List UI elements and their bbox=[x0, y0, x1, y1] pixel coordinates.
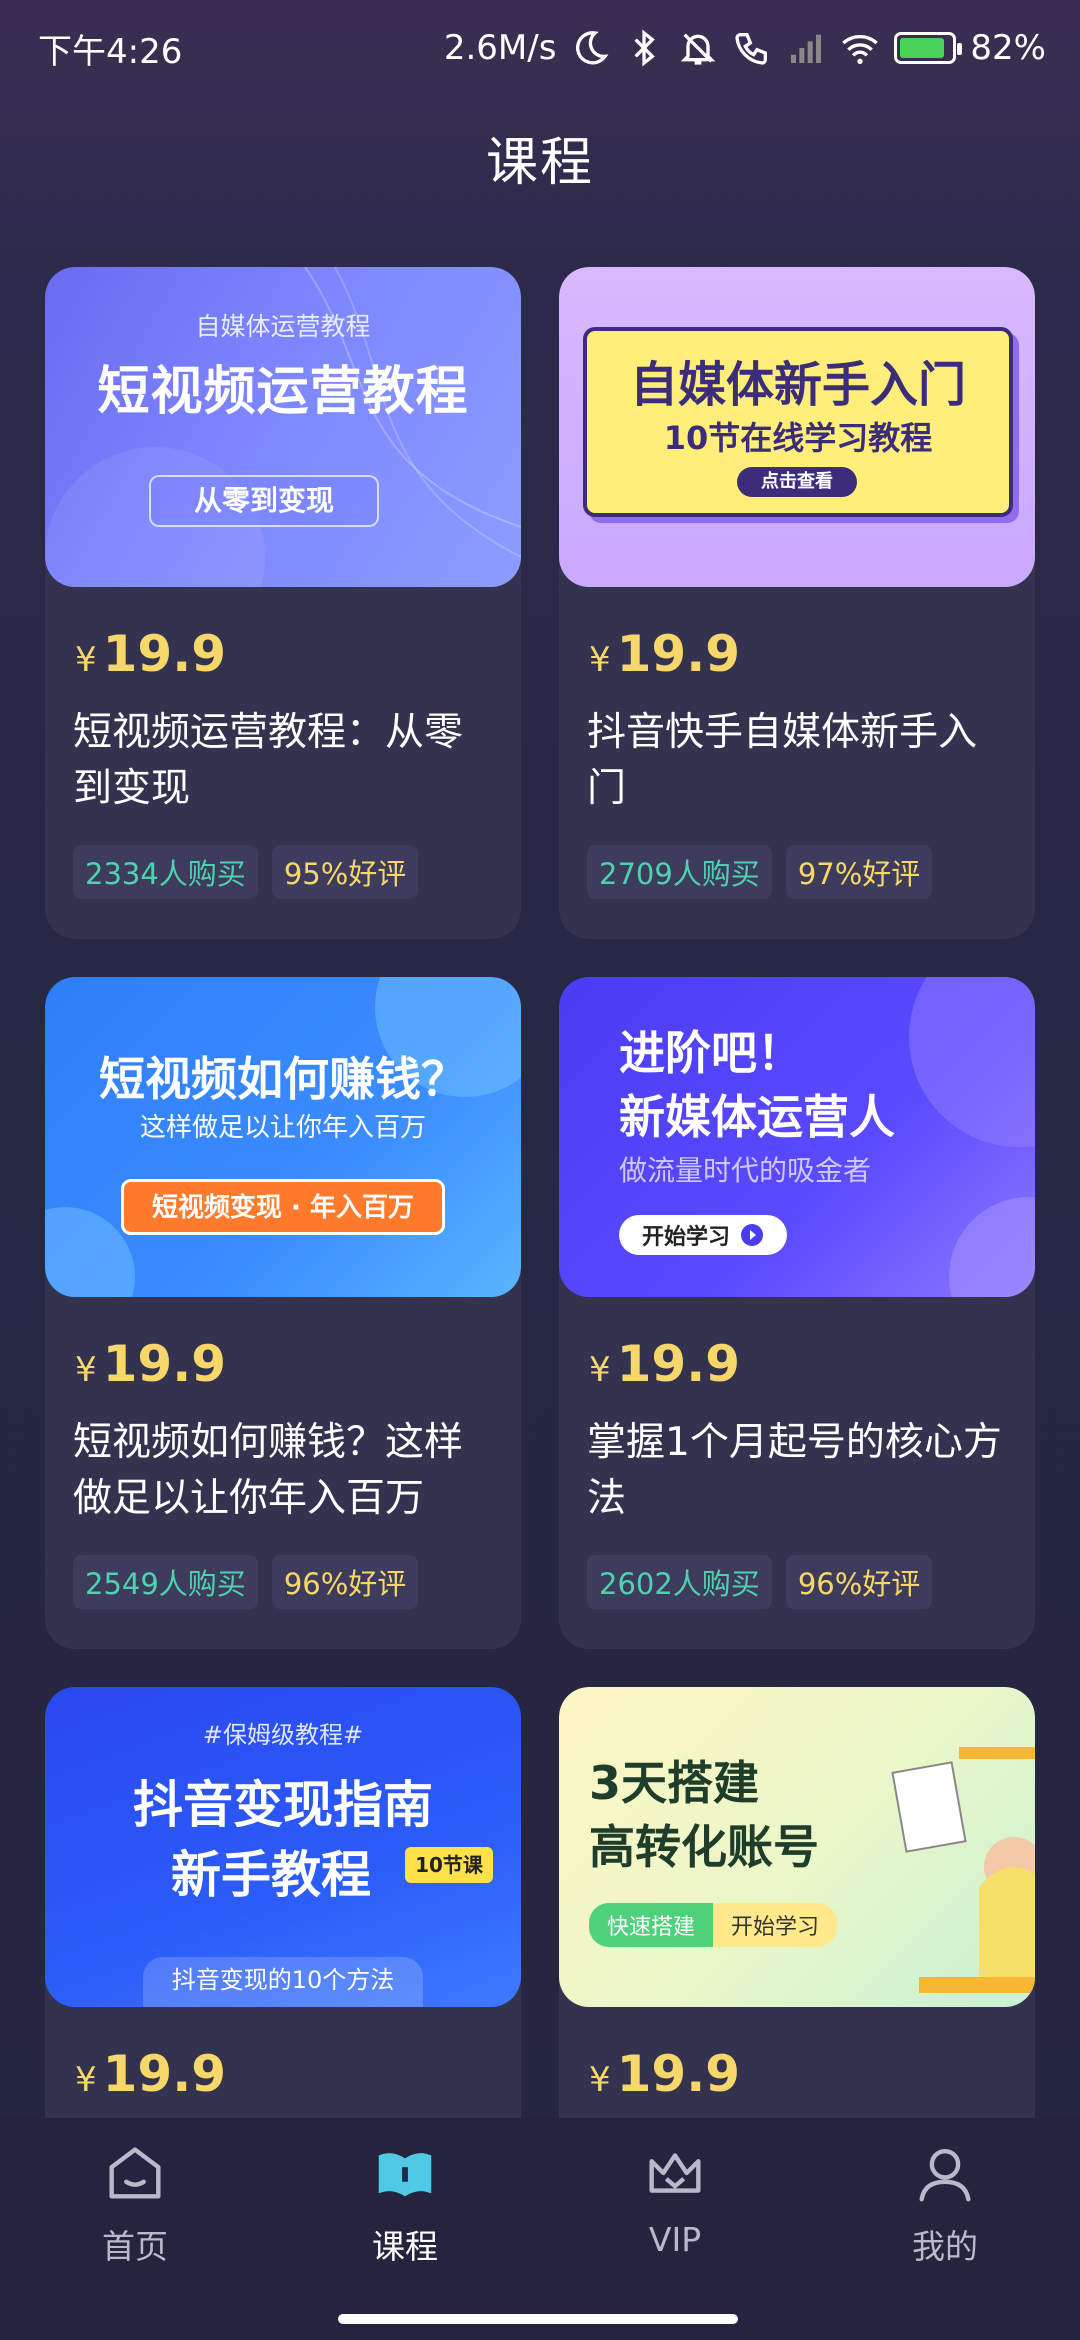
course-title: 短视频如何赚钱？这样做足以让你年入百万 bbox=[73, 1420, 464, 1521]
cover-tag2: 开始学习 bbox=[713, 1903, 838, 1947]
course-icon bbox=[378, 2153, 432, 2197]
cover-title-line1: 抖音变现指南 bbox=[133, 1776, 433, 1834]
rating-badge: 97%好评 bbox=[785, 845, 933, 899]
price: ¥ 19.9 bbox=[75, 2045, 226, 2103]
price-value: 19.9 bbox=[102, 625, 227, 683]
bluetooth-icon bbox=[634, 29, 656, 67]
currency-symbol: ¥ bbox=[75, 1350, 97, 1390]
cover-tag: 短视频变现 · 年入百万 bbox=[121, 1179, 445, 1235]
price-value: 19.9 bbox=[616, 2045, 741, 2103]
status-icons: 2.6M/s 82% bbox=[444, 28, 1046, 68]
cover-badge: 10节课 bbox=[405, 1847, 493, 1883]
currency-symbol: ¥ bbox=[589, 2060, 611, 2100]
course-cover[interactable]: 进阶吧！ 新媒体运营人 做流量时代的吸金者 开始学习 bbox=[559, 977, 1035, 1297]
nav-item-profile[interactable]: 我的 bbox=[845, 2138, 1045, 2340]
course-cover[interactable]: #保姆级教程# 抖音变现指南 新手教程 10节课 抖音变现的10个方法 bbox=[45, 1687, 521, 2007]
price-value: 19.9 bbox=[616, 625, 741, 683]
currency-symbol: ¥ bbox=[589, 640, 611, 680]
cover-bottom-text: 抖音变现的10个方法 bbox=[143, 1957, 423, 2007]
price: ¥ 19.9 bbox=[589, 1335, 740, 1393]
network-speed: 2.6M/s bbox=[443, 28, 557, 68]
play-icon bbox=[741, 1224, 763, 1246]
cover-subtitle: 这样做足以让你年入百万 bbox=[139, 1113, 426, 1143]
nav-item-home[interactable]: 首页 bbox=[35, 2138, 235, 2340]
cover-title: 短视频如何赚钱？ bbox=[99, 1052, 467, 1106]
cover-title-line2: 高转化账号 bbox=[589, 1820, 819, 1874]
cover-subtitle: 自媒体运营教程 bbox=[195, 312, 371, 341]
price: ¥ 19.9 bbox=[589, 2045, 740, 2103]
nav-label-profile: 我的 bbox=[912, 2227, 978, 2266]
course-grid: 自媒体运营教程 短视频运营教程 从零到变现 ¥ 19.9 短视频运营教程：从零到… bbox=[45, 267, 1035, 2340]
nav-item-course[interactable]: 课程 bbox=[305, 2138, 505, 2340]
price: ¥ 19.9 bbox=[589, 625, 740, 683]
price: ¥ 19.9 bbox=[75, 1335, 226, 1393]
cover-subtitle: 10节在线学习教程 bbox=[663, 419, 933, 457]
mute-bell-icon bbox=[681, 33, 716, 65]
cover-start-button: 开始学习 bbox=[619, 1215, 787, 1255]
cover-tag: 点击查看 bbox=[737, 467, 857, 497]
course-card[interactable]: 自媒体运营教程 短视频运营教程 从零到变现 ¥ 19.9 短视频运营教程：从零到… bbox=[45, 267, 521, 939]
course-stats: 2334人购买 95%好评 bbox=[73, 845, 419, 899]
course-card[interactable]: 进阶吧！ 新媒体运营人 做流量时代的吸金者 开始学习 ¥ 19.9 掌握1个月起… bbox=[559, 977, 1035, 1649]
nav-label-home: 首页 bbox=[102, 2227, 168, 2266]
profile-icon bbox=[919, 2148, 971, 2202]
wifi-icon bbox=[842, 35, 879, 64]
cover-tags: 快速搭建 开始学习 bbox=[589, 1903, 838, 1947]
currency-symbol: ¥ bbox=[589, 1350, 611, 1390]
price-value: 19.9 bbox=[102, 2045, 227, 2103]
cover-title: 短视频运营教程 bbox=[97, 362, 469, 422]
course-title: 短视频运营教程：从零到变现 bbox=[73, 710, 464, 811]
course-card[interactable]: 短视频如何赚钱？ 这样做足以让你年入百万 短视频变现 · 年入百万 ¥ 19.9… bbox=[45, 977, 521, 1649]
cover-title-line2: 新手教程 bbox=[171, 1846, 371, 1904]
cover-tag1: 快速搭建 bbox=[589, 1903, 714, 1947]
call-icon bbox=[735, 33, 768, 65]
rating-badge: 96%好评 bbox=[271, 1555, 419, 1609]
rating-badge: 95%好评 bbox=[271, 845, 419, 899]
course-cover[interactable]: 自媒体运营教程 短视频运营教程 从零到变现 bbox=[45, 267, 521, 587]
cover-title: 自媒体新手入门 bbox=[629, 357, 966, 413]
moon-icon bbox=[576, 31, 609, 65]
price: ¥ 19.9 bbox=[75, 625, 226, 683]
currency-symbol: ¥ bbox=[75, 640, 97, 680]
nav-label-vip: VIP bbox=[648, 2220, 702, 2259]
buyers-badge: 2602人购买 bbox=[587, 1555, 772, 1609]
status-time: 下午4:26 bbox=[38, 31, 183, 72]
battery-icon bbox=[894, 32, 963, 64]
cover-title-line1: 3天搭建 bbox=[589, 1756, 760, 1810]
buyers-badge: 2549人购买 bbox=[73, 1555, 258, 1609]
buyers-badge: 2334人购买 bbox=[73, 845, 258, 899]
bottom-nav: 首页 课程 VIP 我的 bbox=[0, 2118, 1080, 2340]
course-cover[interactable]: 短视频如何赚钱？ 这样做足以让你年入百万 短视频变现 · 年入百万 bbox=[45, 977, 521, 1297]
course-title: 掌握1个月起号的核心方法 bbox=[587, 1420, 1002, 1521]
status-bar: 下午4:26 2.6M/s 82% bbox=[0, 0, 1080, 96]
signal-icon bbox=[791, 34, 822, 63]
price-value: 19.9 bbox=[616, 1335, 741, 1393]
price-value: 19.9 bbox=[102, 1335, 227, 1393]
course-stats: 2549人购买 96%好评 bbox=[73, 1555, 419, 1609]
cover-title-line2: 新媒体运营人 bbox=[619, 1090, 895, 1144]
cover-title-line1: 进阶吧！ bbox=[619, 1026, 803, 1080]
battery-percent: 82% bbox=[970, 28, 1046, 68]
cover-top-text: #保姆级教程# bbox=[202, 1721, 364, 1749]
home-icon bbox=[109, 2147, 161, 2199]
cover-tag: 开始学习 bbox=[641, 1225, 730, 1250]
cover-tag: 从零到变现 bbox=[149, 475, 379, 527]
page-title: 课程 bbox=[485, 133, 594, 193]
course-card[interactable]: 自媒体新手入门 10节在线学习教程 点击查看 ¥ 19.9 抖音快手自媒体新手入… bbox=[559, 267, 1035, 939]
nav-label-course: 课程 bbox=[372, 2227, 438, 2266]
course-title: 抖音快手自媒体新手入门 bbox=[587, 710, 978, 811]
nav-item-vip[interactable]: VIP bbox=[575, 2138, 775, 2340]
course-cover[interactable]: 3天搭建 高转化账号 快速搭建 开始学习 bbox=[559, 1687, 1035, 2007]
course-cover[interactable]: 自媒体新手入门 10节在线学习教程 点击查看 bbox=[559, 267, 1035, 587]
course-stats: 2602人购买 96%好评 bbox=[587, 1555, 933, 1609]
currency-symbol: ¥ bbox=[75, 2060, 97, 2100]
home-indicator[interactable] bbox=[338, 2314, 738, 2324]
buyers-badge: 2709人购买 bbox=[587, 845, 772, 899]
cover-subtitle: 做流量时代的吸金者 bbox=[619, 1154, 872, 1187]
vip-crown-icon bbox=[649, 2153, 701, 2193]
rating-badge: 96%好评 bbox=[785, 1555, 933, 1609]
course-stats: 2709人购买 97%好评 bbox=[587, 845, 933, 899]
